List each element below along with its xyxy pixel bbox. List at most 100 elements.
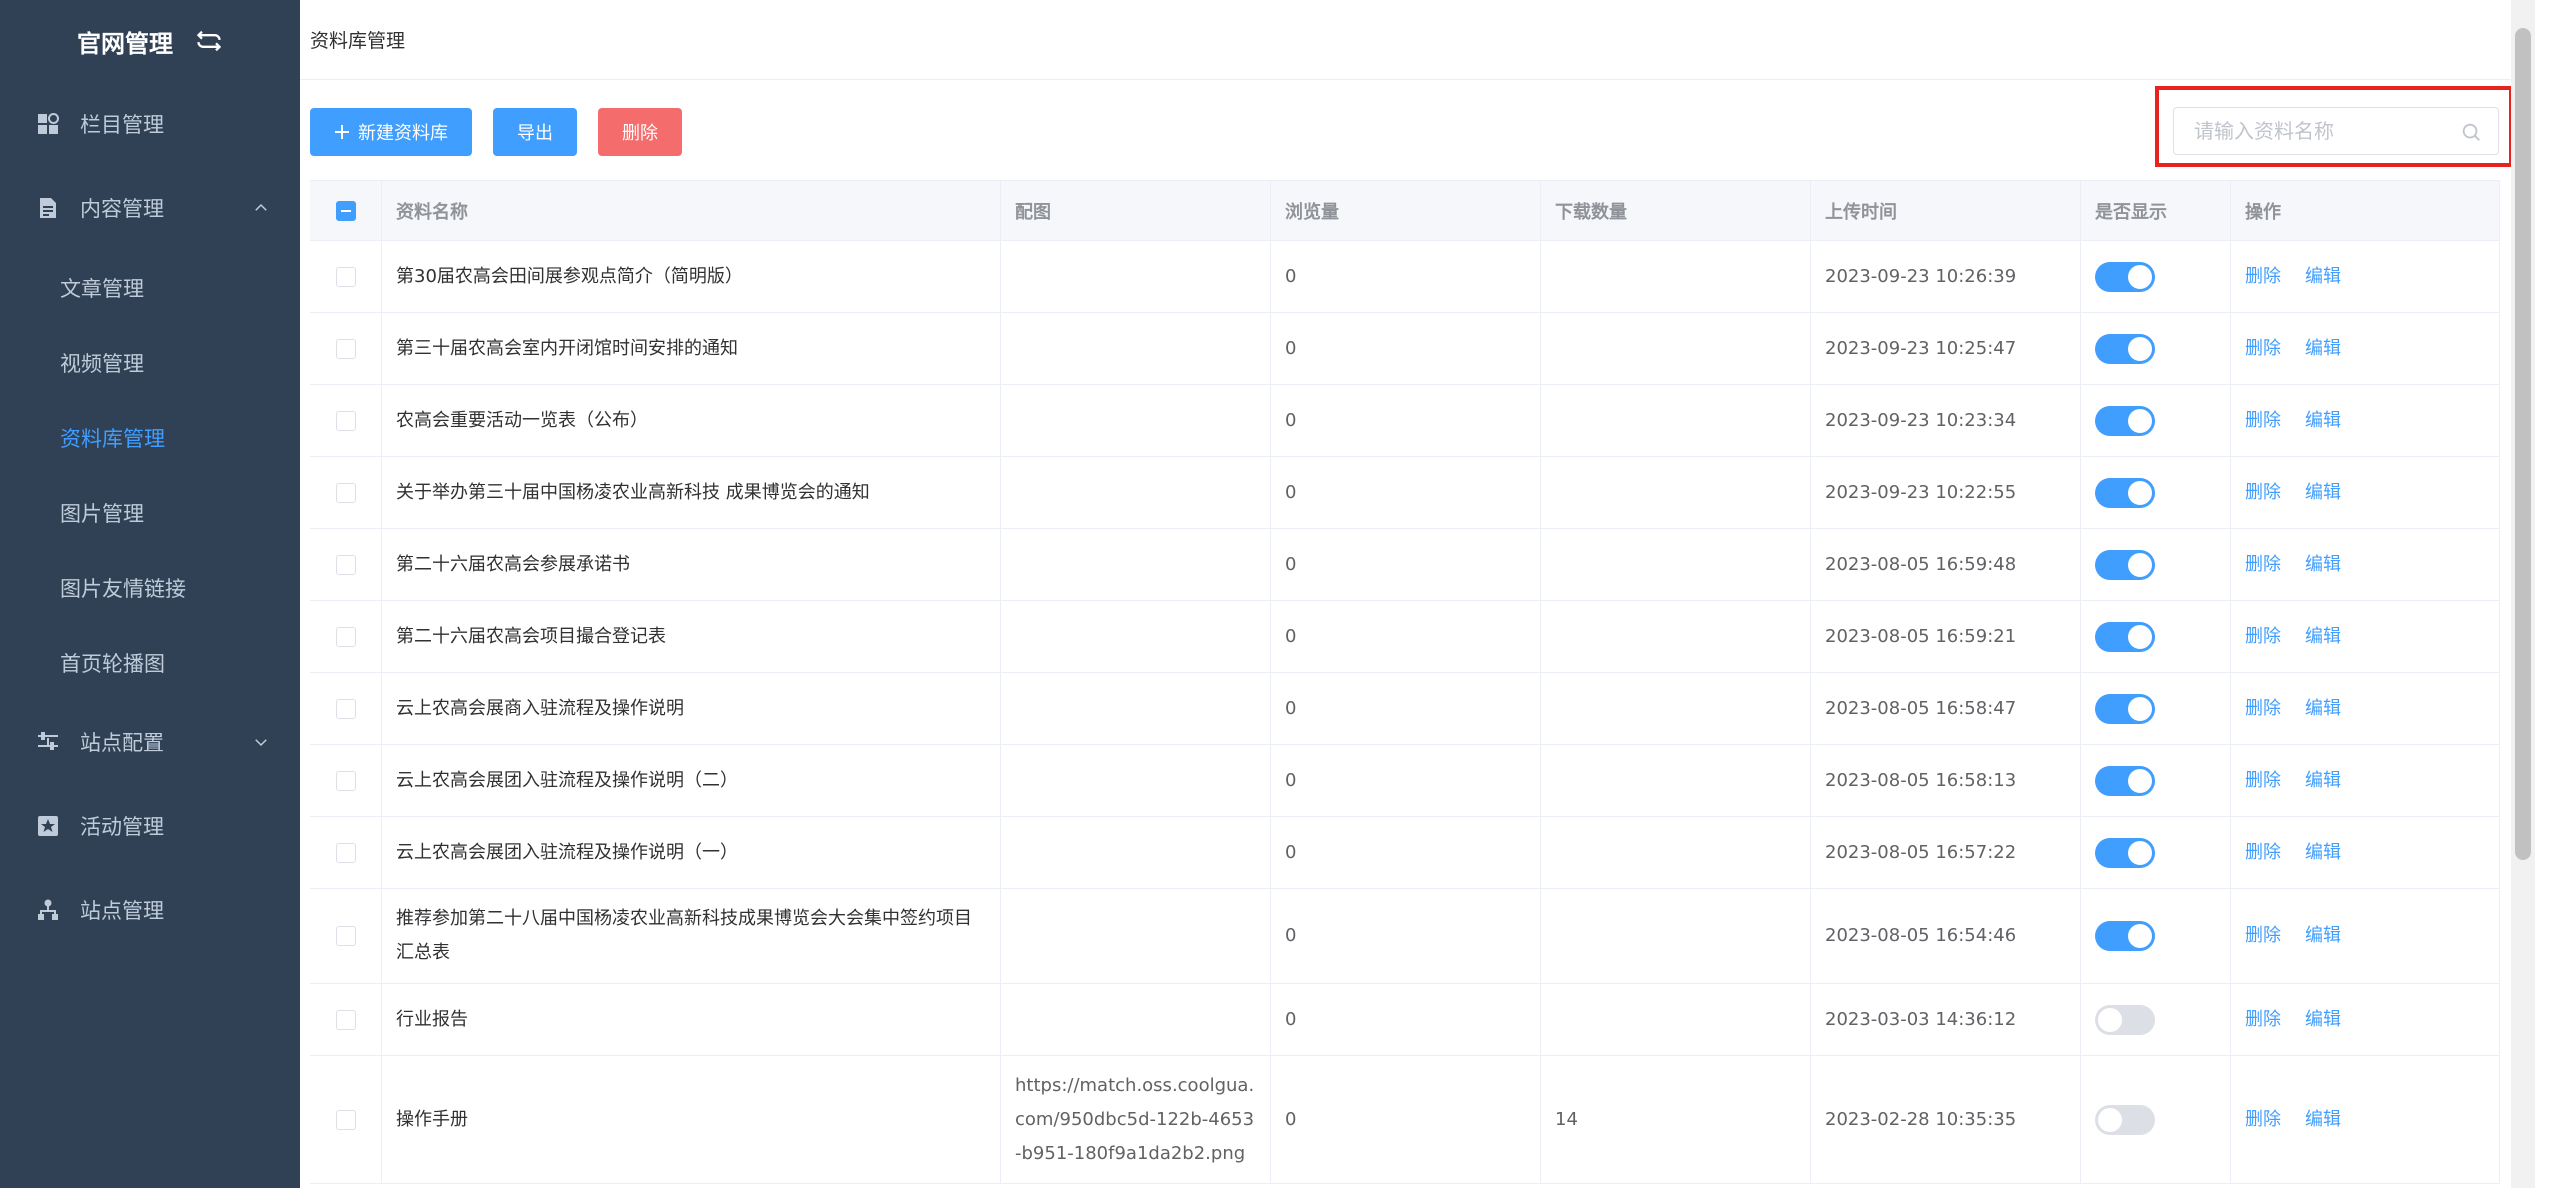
row-edit-link[interactable]: 编辑 bbox=[2305, 404, 2341, 438]
app-title: 官网管理 bbox=[77, 29, 173, 58]
menu-item-site-config[interactable]: 站点配置 bbox=[0, 700, 300, 784]
menu-label: 活动管理 bbox=[80, 815, 164, 839]
table-row: 第30届农高会田间展参观点简介（简明版） 0 2023-09-23 10:26:39… bbox=[310, 241, 2500, 313]
cell-time: 2023-03-03 14:36:12 bbox=[1811, 984, 2081, 1055]
show-toggle[interactable] bbox=[2095, 693, 2155, 724]
row-edit-link[interactable]: 编辑 bbox=[2305, 836, 2341, 870]
row-edit-link[interactable]: 编辑 bbox=[2305, 548, 2341, 582]
cell-views: 0 bbox=[1271, 457, 1541, 528]
row-checkbox[interactable] bbox=[335, 842, 356, 863]
library-table: 资料名称 配图 浏览量 下载数量 上传时间 是否显示 操作 第30届农高会田间展… bbox=[310, 180, 2500, 1184]
row-delete-link[interactable]: 删除 bbox=[2245, 764, 2281, 798]
row-delete-link[interactable]: 删除 bbox=[2245, 1003, 2281, 1037]
cell-name: 云上农高会展商入驻流程及操作说明 bbox=[382, 673, 1001, 744]
row-edit-link[interactable]: 编辑 bbox=[2305, 919, 2341, 953]
row-edit-link[interactable]: 编辑 bbox=[2305, 620, 2341, 654]
search-input[interactable] bbox=[2174, 108, 2498, 154]
menu-item-site[interactable]: 站点管理 bbox=[0, 868, 300, 952]
show-toggle[interactable] bbox=[2095, 1104, 2155, 1135]
menu-item-activity[interactable]: 活动管理 bbox=[0, 784, 300, 868]
header-checkbox-cell bbox=[310, 181, 382, 240]
sidebar-item-image-links[interactable]: 图片友情链接 bbox=[0, 550, 300, 625]
row-checkbox[interactable] bbox=[335, 770, 356, 791]
row-checkbox[interactable] bbox=[335, 926, 356, 946]
toggle-knob bbox=[2128, 624, 2152, 649]
row-checkbox-cell bbox=[310, 745, 382, 816]
row-delete-link[interactable]: 删除 bbox=[2245, 692, 2281, 726]
row-delete-link[interactable]: 删除 bbox=[2245, 548, 2281, 582]
row-checkbox[interactable] bbox=[335, 1009, 356, 1030]
select-all-checkbox[interactable] bbox=[335, 200, 356, 221]
new-library-button[interactable]: 新建资料库 bbox=[310, 108, 472, 156]
switch-arrows-icon[interactable] bbox=[195, 27, 223, 55]
cell-views: 0 bbox=[1271, 889, 1541, 983]
row-checkbox[interactable] bbox=[335, 554, 356, 575]
search-icon[interactable] bbox=[2460, 121, 2482, 143]
sidebar-item-articles[interactable]: 文章管理 bbox=[0, 250, 300, 325]
sidebar-item-library[interactable]: 资料库管理 bbox=[0, 400, 300, 475]
row-checkbox[interactable] bbox=[335, 698, 356, 719]
row-checkbox[interactable] bbox=[335, 266, 356, 287]
menu-item-column[interactable]: 栏目管理 bbox=[0, 82, 300, 166]
show-toggle[interactable] bbox=[2095, 333, 2155, 364]
show-toggle[interactable] bbox=[2095, 261, 2155, 292]
menu-item-content[interactable]: 内容管理 bbox=[0, 166, 300, 250]
cell-ops: 删除 编辑 bbox=[2231, 313, 2500, 384]
cell-downloads bbox=[1541, 529, 1811, 600]
show-toggle[interactable] bbox=[2095, 837, 2155, 868]
row-edit-link[interactable]: 编辑 bbox=[2305, 476, 2341, 510]
cell-name: 操作手册 bbox=[382, 1056, 1001, 1183]
bulk-delete-button[interactable]: 删除 bbox=[598, 108, 682, 156]
show-toggle[interactable] bbox=[2095, 921, 2155, 951]
cell-views: 0 bbox=[1271, 673, 1541, 744]
cell-views: 0 bbox=[1271, 817, 1541, 888]
row-delete-link[interactable]: 删除 bbox=[2245, 332, 2281, 366]
row-delete-link[interactable]: 删除 bbox=[2245, 620, 2281, 654]
table-row: 行业报告 0 2023-03-03 14:36:12 删除 编辑 bbox=[310, 984, 2500, 1056]
scrollbar-thumb[interactable] bbox=[2515, 28, 2531, 860]
toggle-knob bbox=[2128, 552, 2152, 577]
header-name[interactable]: 资料名称 bbox=[382, 181, 1001, 240]
export-button[interactable]: 导出 bbox=[493, 108, 577, 156]
sidebar-header: 官网管理 bbox=[0, 0, 300, 82]
sidebar-item-videos[interactable]: 视频管理 bbox=[0, 325, 300, 400]
row-checkbox[interactable] bbox=[335, 482, 356, 503]
table-row: 云上农高会展商入驻流程及操作说明 0 2023-08-05 16:58:47 删除 编辑 bbox=[310, 673, 2500, 745]
main-content: 资料库管理 新建资料库 导出 删除 资料名称 配图 浏览量 下载数量 上传时间 … bbox=[300, 0, 2535, 1188]
cell-ops: 删除 编辑 bbox=[2231, 984, 2500, 1055]
row-edit-link[interactable]: 编辑 bbox=[2305, 332, 2341, 366]
cell-time: 2023-09-23 10:26:39 bbox=[1811, 241, 2081, 312]
show-toggle[interactable] bbox=[2095, 405, 2155, 436]
row-checkbox[interactable] bbox=[335, 410, 356, 431]
sidebar-item-carousel[interactable]: 首页轮播图 bbox=[0, 625, 300, 700]
row-checkbox[interactable] bbox=[335, 1109, 356, 1130]
cell-downloads bbox=[1541, 313, 1811, 384]
row-edit-link[interactable]: 编辑 bbox=[2305, 764, 2341, 798]
sidebar-item-images[interactable]: 图片管理 bbox=[0, 475, 300, 550]
show-toggle[interactable] bbox=[2095, 549, 2155, 580]
cell-name: 云上农高会展团入驻流程及操作说明（一） bbox=[382, 817, 1001, 888]
row-delete-link[interactable]: 删除 bbox=[2245, 919, 2281, 953]
row-edit-link[interactable]: 编辑 bbox=[2305, 260, 2341, 294]
vertical-scrollbar[interactable] bbox=[2511, 0, 2535, 1188]
row-checkbox[interactable] bbox=[335, 338, 356, 359]
row-delete-link[interactable]: 删除 bbox=[2245, 404, 2281, 438]
cell-downloads bbox=[1541, 601, 1811, 672]
show-toggle[interactable] bbox=[2095, 765, 2155, 796]
row-delete-link[interactable]: 删除 bbox=[2245, 1103, 2281, 1137]
show-toggle[interactable] bbox=[2095, 1004, 2155, 1035]
toolbar: 新建资料库 导出 删除 bbox=[310, 108, 682, 156]
row-delete-link[interactable]: 删除 bbox=[2245, 260, 2281, 294]
row-delete-link[interactable]: 删除 bbox=[2245, 476, 2281, 510]
row-edit-link[interactable]: 编辑 bbox=[2305, 692, 2341, 726]
grid-icon bbox=[38, 113, 59, 134]
settings-sliders-icon bbox=[38, 732, 58, 750]
row-checkbox[interactable] bbox=[335, 626, 356, 647]
show-toggle[interactable] bbox=[2095, 621, 2155, 652]
row-edit-link[interactable]: 编辑 bbox=[2305, 1003, 2341, 1037]
row-edit-link[interactable]: 编辑 bbox=[2305, 1103, 2341, 1137]
table-header: 资料名称 配图 浏览量 下载数量 上传时间 是否显示 操作 bbox=[310, 181, 2500, 241]
show-toggle[interactable] bbox=[2095, 477, 2155, 508]
row-delete-link[interactable]: 删除 bbox=[2245, 836, 2281, 870]
cell-views: 0 bbox=[1271, 241, 1541, 312]
